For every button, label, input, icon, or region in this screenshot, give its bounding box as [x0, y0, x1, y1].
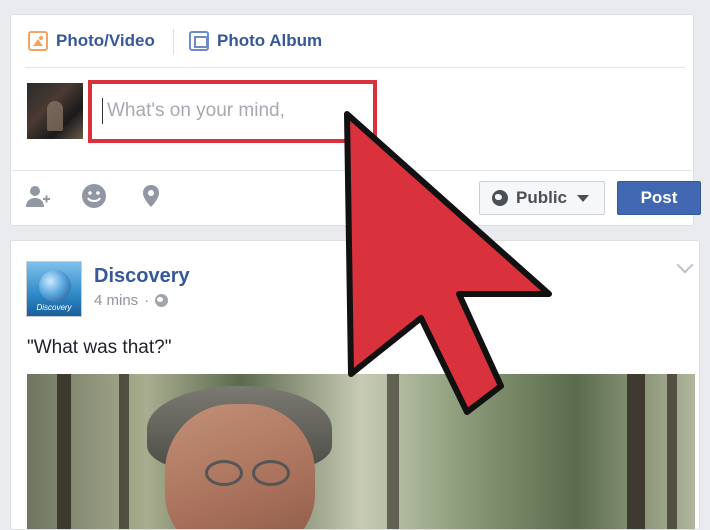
caret-down-icon — [577, 194, 590, 202]
page-name-link[interactable]: Discovery — [94, 265, 190, 288]
feeling-emoji-icon[interactable] — [81, 183, 107, 209]
tab-photo-album-label: Photo Album — [217, 31, 323, 50]
composer-tabs: Photo/Video Photo Album — [11, 15, 693, 65]
pointer-arrow-icon — [344, 111, 552, 415]
glasses-lens — [205, 460, 243, 486]
post-meta: 4 mins · — [94, 292, 169, 309]
photo-video-icon — [28, 31, 48, 51]
photo-album-icon — [189, 31, 209, 51]
tree-trunk — [667, 374, 677, 529]
status-input-highlight — [88, 80, 377, 143]
meta-separator: · — [144, 292, 150, 309]
chevron-down-icon[interactable] — [676, 256, 694, 274]
status-input[interactable] — [102, 98, 372, 124]
audience-globe-icon[interactable] — [155, 294, 169, 307]
logo-text: Discovery — [36, 303, 72, 312]
tab-photo-video-label: Photo/Video — [56, 31, 155, 50]
user-avatar[interactable] — [27, 83, 83, 139]
glasses-lens — [252, 460, 290, 486]
divider — [25, 67, 685, 68]
post-text: "What was that?" — [27, 337, 172, 358]
tab-photo-video[interactable]: Photo/Video — [28, 29, 155, 53]
discovery-logo-icon — [39, 270, 71, 302]
tag-friends-icon[interactable] — [25, 183, 51, 209]
tab-photo-album[interactable]: Photo Album — [189, 29, 322, 53]
post-button[interactable]: Post — [617, 181, 701, 215]
tree-trunk — [119, 374, 129, 529]
page-avatar[interactable]: Discovery — [26, 261, 82, 317]
tree-trunk — [57, 374, 71, 529]
tab-divider — [173, 29, 174, 55]
tree-trunk — [627, 374, 645, 529]
post-time[interactable]: 4 mins — [94, 292, 138, 309]
location-pin-icon[interactable] — [138, 183, 164, 209]
